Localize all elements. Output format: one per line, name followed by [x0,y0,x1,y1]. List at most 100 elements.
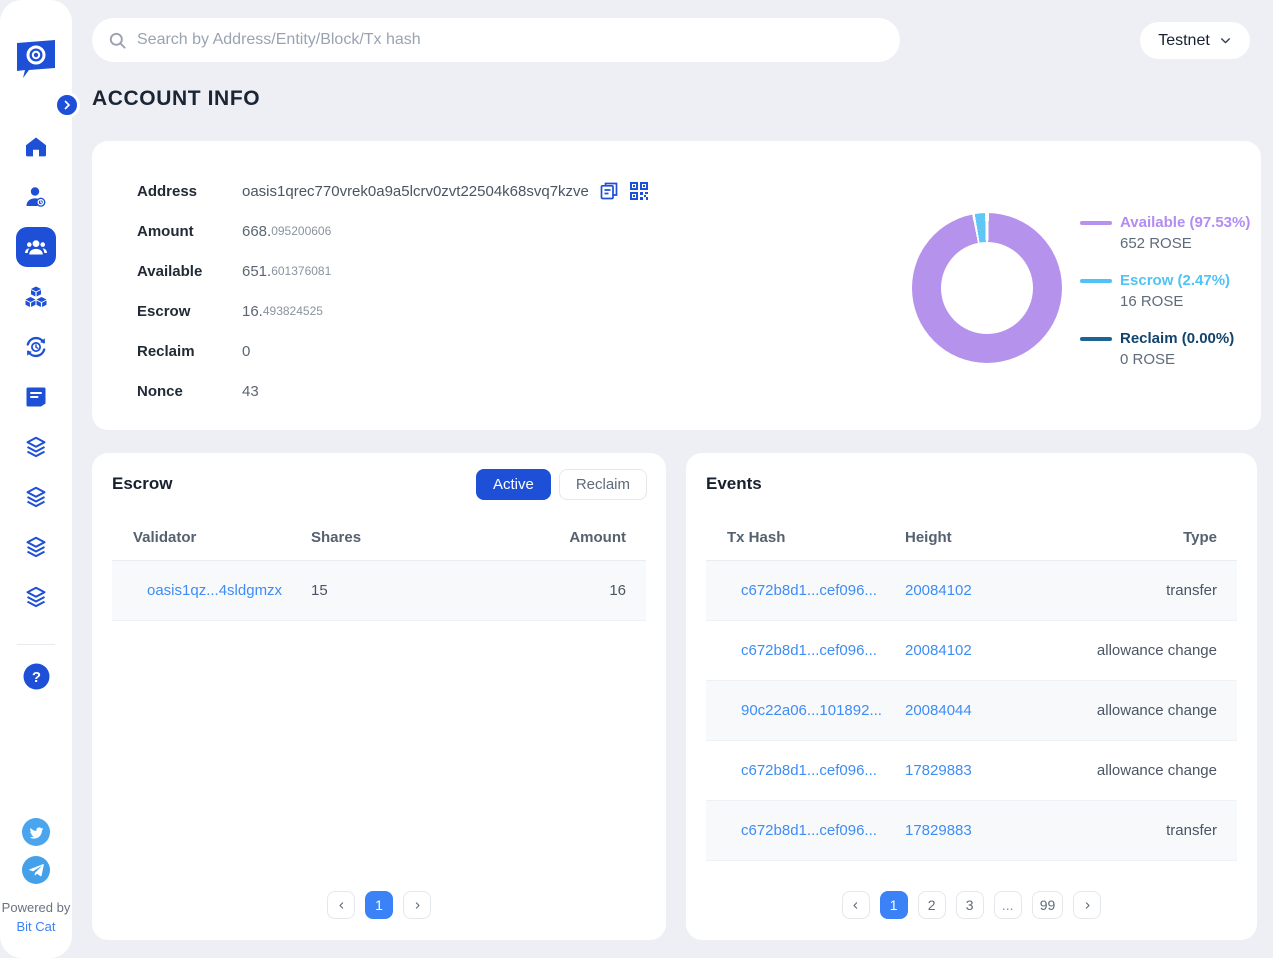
events-pagination: 1 2 3 ... 99 [686,891,1257,919]
type-cell: transfer [1166,582,1217,599]
type-cell: allowance change [1097,762,1217,779]
tab-active[interactable]: Active [476,469,551,500]
sidebar-footer: Powered by Bit Cat [2,808,71,934]
donut-legend: Available (97.53%) 652 ROSE Escrow (2.47… [1080,213,1250,370]
escrow-table-header: Validator Shares Amount [112,515,646,561]
search-bar [92,18,900,62]
escrow-pagination: 1 [92,891,666,919]
escrow-row: Escrow 16.493824525 [137,291,649,331]
events-table-row: c672b8d1...cef096... 17829883 transfer [706,801,1237,861]
sidebar-item-help[interactable]: ? [0,651,72,701]
legend-value: 16 ROSE [1120,291,1230,312]
column-validator: Validator [133,529,311,546]
nonce-value: 43 [242,383,259,400]
qr-code-button[interactable] [629,181,649,201]
sidebar-item-history[interactable] [0,322,72,372]
sidebar-toggle-button[interactable] [54,92,80,118]
tx-hash-link[interactable]: c672b8d1...cef096... [741,582,877,599]
column-amount: Amount [569,529,626,546]
sidebar-item-home[interactable] [0,122,72,172]
page-title: ACCOUNT INFO [92,87,260,111]
copy-icon [599,181,619,201]
sidebar-item-proposals[interactable] [0,372,72,422]
amount-cell: 16 [609,582,626,599]
column-height: Height [905,529,1183,546]
page-button-2[interactable]: 2 [918,891,946,919]
telegram-link[interactable] [22,856,50,884]
help-icon: ? [23,663,50,690]
column-tx-hash: Tx Hash [727,529,905,546]
chevron-right-icon [413,901,422,910]
next-page-button[interactable] [403,891,431,919]
prev-page-button[interactable] [327,891,355,919]
height-link[interactable]: 17829883 [905,762,972,779]
search-input[interactable] [137,31,884,49]
escrow-card: Escrow Active Reclaim Validator Shares A… [92,453,666,940]
sidebar-item-paratime-2[interactable] [0,472,72,522]
sidebar-item-accounts[interactable] [0,222,72,272]
balance-donut-chart [912,213,1062,363]
page-button-3[interactable]: 3 [956,891,984,919]
sidebar-item-paratime-4[interactable] [0,572,72,622]
type-cell: allowance change [1097,642,1217,659]
sidebar-item-paratime-3[interactable] [0,522,72,572]
escrow-table: Validator Shares Amount oasis1qz...4sldg… [112,515,646,621]
layers-icon [24,485,48,509]
events-table-row: 90c22a06...101892... 20084044 allowance … [706,681,1237,741]
events-card: Events Tx Hash Height Type c672b8d1...ce… [686,453,1257,940]
copy-address-button[interactable] [599,181,619,201]
blocks-icon [24,285,48,309]
escrow-table-row: oasis1qz...4sldgmzx 15 16 [112,561,646,621]
sidebar-item-account[interactable] [0,172,72,222]
tx-hash-link[interactable]: c672b8d1...cef096... [741,642,877,659]
twitter-link[interactable] [22,818,50,846]
height-link[interactable]: 20084102 [905,642,972,659]
network-selector-label: Testnet [1158,32,1210,50]
height-link[interactable]: 20084044 [905,702,972,719]
chevron-down-icon [1219,34,1232,47]
network-selector[interactable]: Testnet [1140,22,1250,59]
events-table-header: Tx Hash Height Type [706,515,1237,561]
address-label: Address [137,183,242,200]
tx-hash-link[interactable]: c672b8d1...cef096... [741,822,877,839]
events-table-row: c672b8d1...cef096... 20084102 transfer [706,561,1237,621]
home-icon [24,135,48,159]
height-link[interactable]: 20084102 [905,582,972,599]
page-button-99[interactable]: 99 [1032,891,1064,919]
reclaim-row: Reclaim 0 [137,331,649,371]
events-table-row: c672b8d1...cef096... 17829883 allowance … [706,741,1237,801]
page-ellipsis[interactable]: ... [994,891,1022,919]
legend-label: Available (97.53%) [1120,213,1250,233]
type-cell: allowance change [1097,702,1217,719]
nonce-row: Nonce 43 [137,371,649,411]
sidebar-divider [17,644,55,645]
account-fields: Address oasis1qrec770vrek0a9a5lcrv0zvt22… [137,171,649,411]
search-icon [108,31,127,50]
page-button-1[interactable]: 1 [880,891,908,919]
legend-item-reclaim: Reclaim (0.00%) 0 ROSE [1080,329,1250,370]
sidebar-item-paratime-1[interactable] [0,422,72,472]
legend-swatch-available [1080,221,1112,225]
page-button-1[interactable]: 1 [365,891,393,919]
tx-hash-link[interactable]: 90c22a06...101892... [741,702,882,719]
prev-page-button[interactable] [842,891,870,919]
column-shares: Shares [311,529,569,546]
legend-value: 0 ROSE [1120,349,1234,370]
events-title: Events [706,474,762,494]
escrow-label: Escrow [137,303,242,320]
tab-reclaim[interactable]: Reclaim [559,469,647,500]
sidebar-item-blocks[interactable] [0,272,72,322]
bitcat-link[interactable]: Bit Cat [16,919,55,934]
legend-item-available: Available (97.53%) 652 ROSE [1080,213,1250,254]
next-page-button[interactable] [1073,891,1101,919]
qr-code-icon [629,181,649,201]
tx-hash-link[interactable]: c672b8d1...cef096... [741,762,877,779]
validator-link[interactable]: oasis1qz...4sldgmzx [147,582,282,599]
legend-label: Escrow (2.47%) [1120,271,1230,291]
chevron-left-icon [337,901,346,910]
height-link[interactable]: 17829883 [905,822,972,839]
chevron-right-icon [61,99,73,111]
amount-label: Amount [137,223,242,240]
app-logo[interactable] [15,36,57,82]
reclaim-label: Reclaim [137,343,242,360]
